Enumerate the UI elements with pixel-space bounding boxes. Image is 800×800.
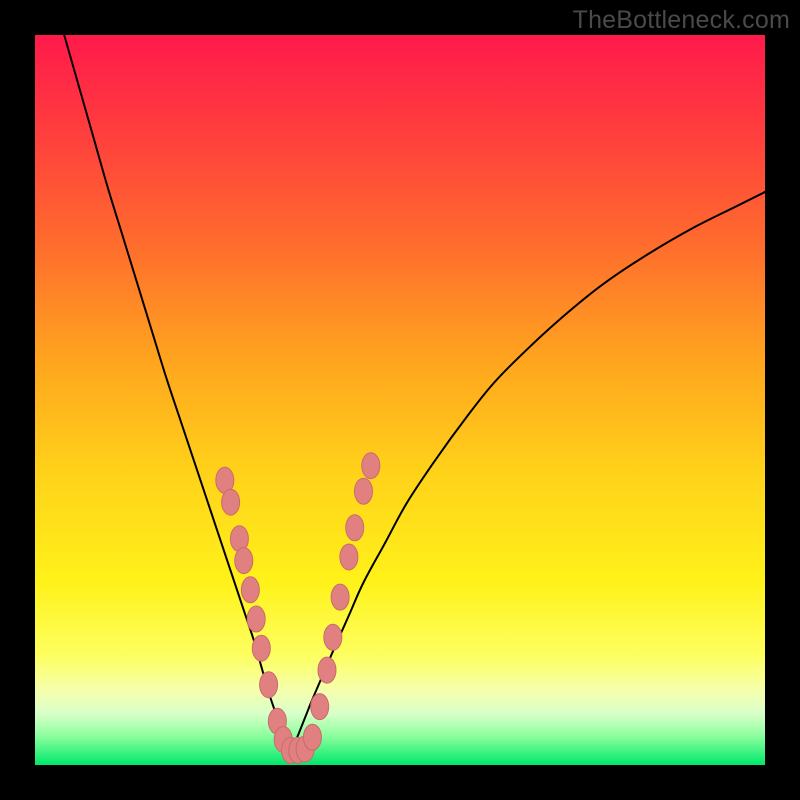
marker-point	[247, 606, 265, 632]
chart-frame: TheBottleneck.com	[0, 0, 800, 800]
plot-area	[35, 35, 765, 765]
marker-point	[311, 694, 329, 720]
marker-point	[222, 489, 240, 515]
curve-svg	[35, 35, 765, 765]
marker-point	[303, 724, 321, 750]
marker-point	[318, 657, 336, 683]
marker-point	[362, 453, 380, 479]
marker-point	[241, 577, 259, 603]
marker-point	[346, 515, 364, 541]
marker-point	[355, 478, 373, 504]
marker-point	[235, 548, 253, 574]
marker-point	[331, 584, 349, 610]
marker-point	[324, 624, 342, 650]
marker-point	[260, 672, 278, 698]
watermark-label: TheBottleneck.com	[573, 6, 790, 35]
marker-point	[252, 635, 270, 661]
marker-point	[340, 544, 358, 570]
